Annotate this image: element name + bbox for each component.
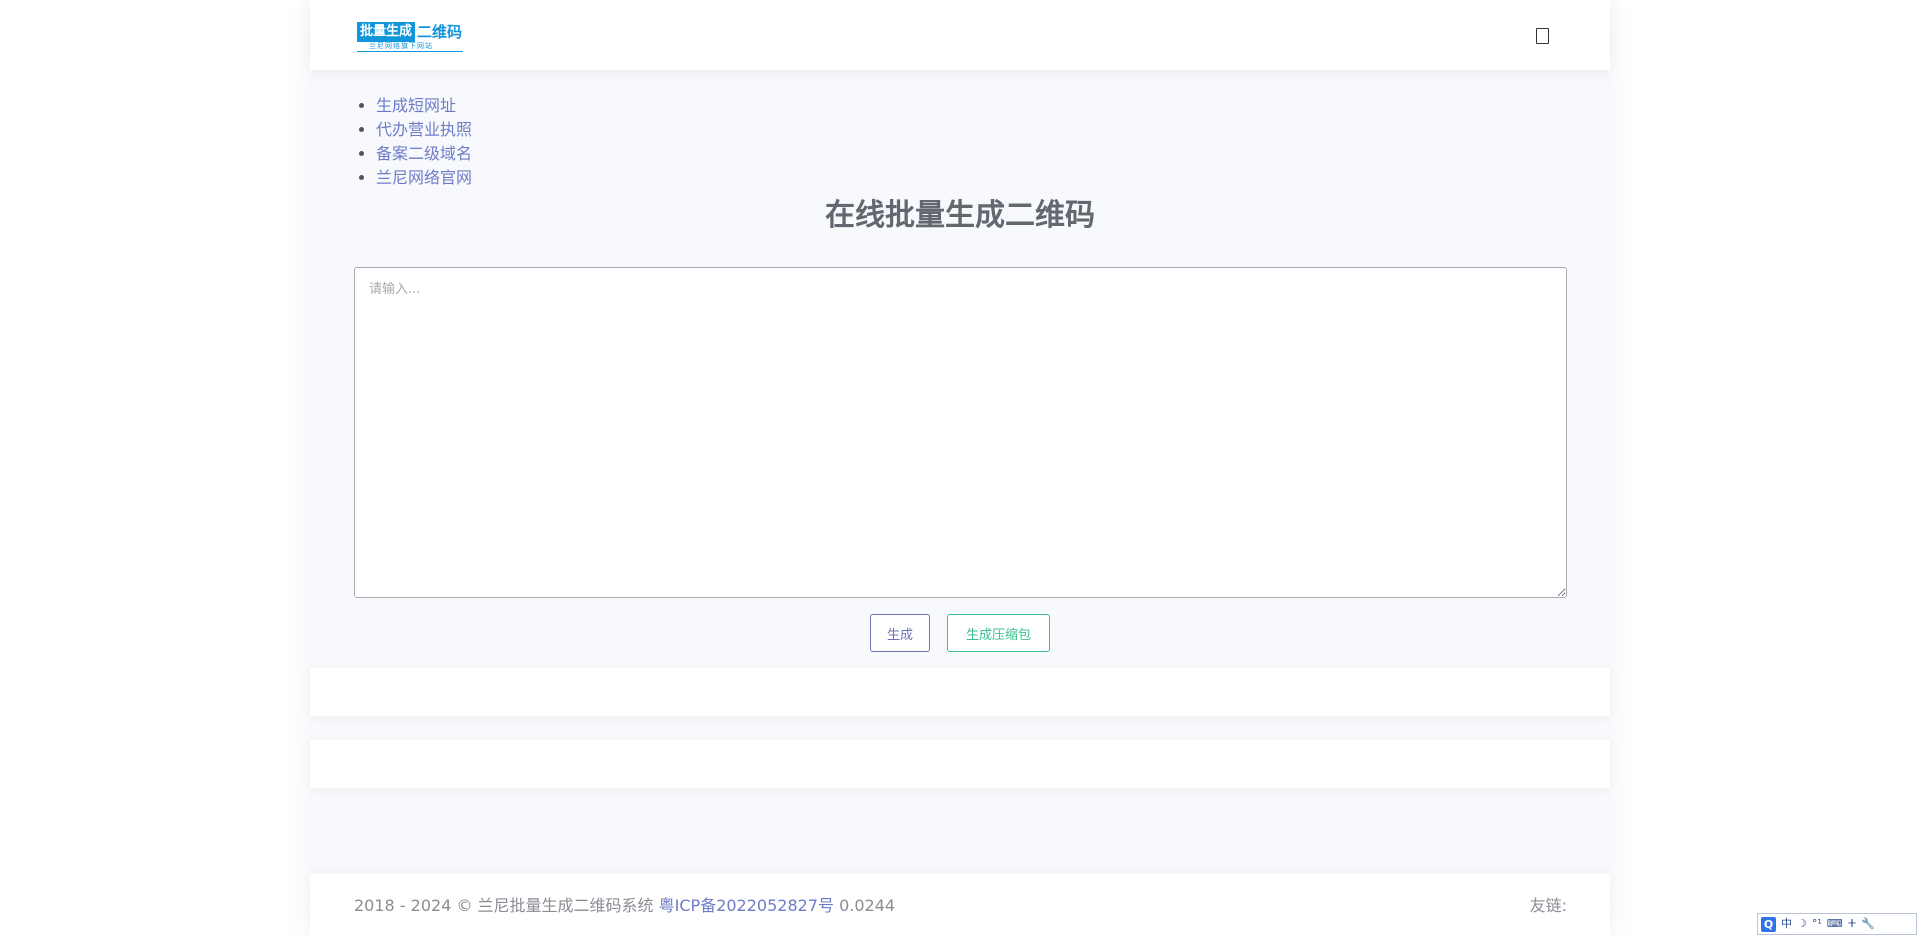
keyboard-icon[interactable]: ⌨ (1827, 914, 1843, 934)
logo-underline (357, 51, 463, 52)
skin-icon[interactable]: ⵜ (1848, 914, 1856, 934)
nav-item-business-license: 代办营业执照 (376, 118, 472, 142)
nav-link-official-site[interactable]: 兰尼网络官网 (376, 168, 472, 187)
nav-item-official-site: 兰尼网络官网 (376, 166, 472, 190)
secondary-panel (310, 740, 1610, 788)
moon-icon[interactable]: ☽ (1797, 914, 1807, 934)
footer-icp-link[interactable]: 粤ICP备2022052827号 (659, 896, 834, 915)
generate-zip-button[interactable]: 生成压缩包 (947, 614, 1050, 652)
logo-main-text: 批量生成 (357, 22, 416, 42)
content-input[interactable] (354, 267, 1567, 598)
footer-info: 2018 - 2024 © 兰尼批量生成二维码系统 粤ICP备202205282… (354, 896, 895, 916)
generate-button[interactable]: 生成 (870, 614, 930, 652)
header: 批量生成 二维码 兰尼网络旗下网站 (310, 0, 1610, 70)
nav-link-business-license[interactable]: 代办营业执照 (376, 120, 472, 139)
site-logo[interactable]: 批量生成 二维码 兰尼网络旗下网站 (357, 22, 467, 52)
ime-mode-toggle[interactable]: 中 (1781, 914, 1792, 934)
result-panel (310, 668, 1610, 716)
footer-copyright: 2018 - 2024 © 兰尼批量生成二维码系统 (354, 896, 654, 915)
menu-icon[interactable] (1536, 28, 1549, 44)
footer-links-label: 友链: (1529, 896, 1567, 915)
logo-subtitle: 兰尼网络旗下网站 (369, 42, 433, 50)
footer-timing: 0.0244 (839, 896, 896, 915)
ime-logo-icon[interactable]: Q (1761, 916, 1776, 932)
nav-link-subdomain[interactable]: 备案二级域名 (376, 144, 472, 163)
wrench-icon[interactable]: 🔧 (1861, 914, 1875, 934)
nav-item-short-url: 生成短网址 (376, 94, 472, 118)
page-title: 在线批量生成二维码 (825, 198, 1095, 233)
logo-accent-text: 二维码 (417, 23, 463, 41)
page-container: 批量生成 二维码 兰尼网络旗下网站 生成短网址 代办营业执照 备案二级域名 兰尼… (310, 0, 1610, 938)
nav-item-subdomain: 备案二级域名 (376, 142, 472, 166)
nav-link-short-url[interactable]: 生成短网址 (376, 96, 456, 115)
punctuation-icon[interactable]: °¹ (1812, 914, 1822, 934)
ime-toolbar: Q 中 ☽ °¹ ⌨ ⵜ 🔧 (1757, 913, 1917, 935)
nav-list: 生成短网址 代办营业执照 备案二级域名 兰尼网络官网 (354, 94, 472, 190)
footer: 2018 - 2024 © 兰尼批量生成二维码系统 粤ICP备202205282… (310, 874, 1610, 938)
